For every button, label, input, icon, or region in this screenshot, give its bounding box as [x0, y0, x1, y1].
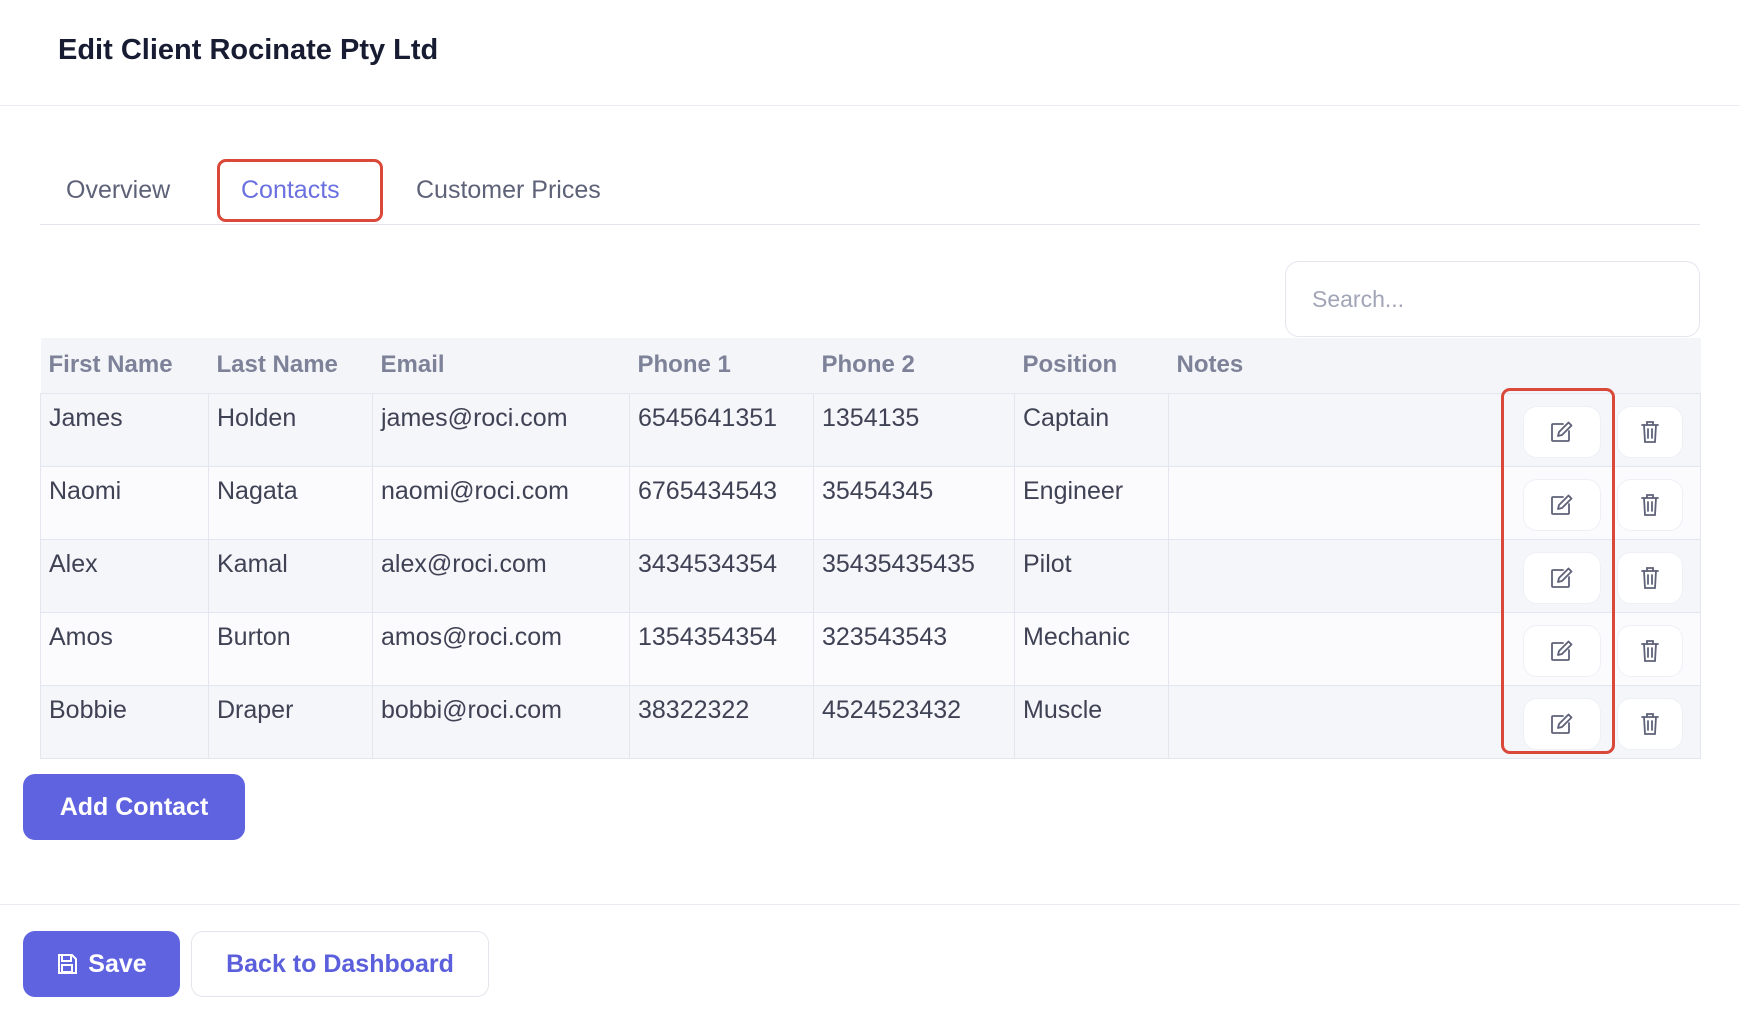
- tab-bar: Overview Contacts Customer Prices: [40, 156, 1700, 225]
- edit-contact-button[interactable]: [1522, 478, 1601, 531]
- trash-icon: [1640, 420, 1660, 444]
- table-header-row: First Name Last Name Email Phone 1 Phone…: [40, 338, 1701, 394]
- table-row: Alex Kamal alex@roci.com 3434534354 35435435…: [40, 539, 1701, 613]
- cell-phone1: 6545641351: [629, 393, 814, 467]
- edit-icon: [1549, 712, 1575, 736]
- cell-phone2: 1354135: [813, 393, 1015, 467]
- table-row: James Holden james@roci.com 6545641351 13541…: [40, 393, 1701, 467]
- save-label: Save: [88, 949, 147, 978]
- trash-icon: [1640, 493, 1660, 517]
- row-actions: [1444, 612, 1701, 686]
- row-actions: [1444, 466, 1701, 540]
- cell-phone1: 3434534354: [629, 539, 814, 613]
- cell-email: amos@roci.com: [372, 612, 630, 686]
- cell-first: James: [40, 393, 209, 467]
- cell-phone2: 4524523432: [813, 685, 1015, 759]
- cell-email: naomi@roci.com: [372, 466, 630, 540]
- column-header-last-name[interactable]: Last Name: [208, 338, 373, 394]
- save-button[interactable]: Save: [23, 931, 180, 997]
- cell-notes: [1168, 539, 1445, 613]
- cell-first: Alex: [40, 539, 209, 613]
- cell-notes: [1168, 466, 1445, 540]
- edit-icon: [1549, 493, 1575, 517]
- cell-first: Bobbie: [40, 685, 209, 759]
- delete-contact-button[interactable]: [1616, 697, 1683, 750]
- delete-contact-button[interactable]: [1616, 478, 1683, 531]
- trash-icon: [1640, 712, 1660, 736]
- edit-contact-button[interactable]: [1522, 697, 1601, 750]
- edit-icon: [1549, 420, 1575, 444]
- table-row: Naomi Nagata naomi@roci.com 6765434543 35454…: [40, 466, 1701, 540]
- cell-position: Engineer: [1014, 466, 1169, 540]
- row-actions: [1444, 393, 1701, 467]
- floppy-disk-icon: [56, 953, 78, 975]
- edit-contact-button[interactable]: [1522, 624, 1601, 677]
- delete-contact-button[interactable]: [1616, 624, 1683, 677]
- delete-contact-button[interactable]: [1616, 405, 1683, 458]
- column-header-email[interactable]: Email: [372, 338, 630, 394]
- search-input[interactable]: [1285, 261, 1700, 337]
- cell-phone2: 323543543: [813, 612, 1015, 686]
- cell-position: Muscle: [1014, 685, 1169, 759]
- footer-divider: [0, 904, 1740, 905]
- delete-contact-button[interactable]: [1616, 551, 1683, 604]
- column-header-phone-2[interactable]: Phone 2: [813, 338, 1015, 394]
- cell-phone2: 35454345: [813, 466, 1015, 540]
- cell-notes: [1168, 393, 1445, 467]
- cell-email: james@roci.com: [372, 393, 630, 467]
- tab-highlight-annotation: [217, 159, 383, 222]
- edit-contact-button[interactable]: [1522, 405, 1601, 458]
- column-header-first-name[interactable]: First Name: [40, 338, 209, 394]
- tab-customer-prices[interactable]: Customer Prices: [416, 176, 601, 205]
- add-contact-button[interactable]: Add Contact: [23, 774, 245, 840]
- contacts-table: First Name Last Name Email Phone 1 Phone…: [40, 338, 1701, 759]
- table-row: Amos Burton amos@roci.com 1354354354 3235435…: [40, 612, 1701, 686]
- cell-email: alex@roci.com: [372, 539, 630, 613]
- table-row: Bobbie Draper bobbi@roci.com 38322322 452452…: [40, 685, 1701, 759]
- cell-phone1: 6765434543: [629, 466, 814, 540]
- back-to-dashboard-button[interactable]: Back to Dashboard: [191, 931, 489, 997]
- edit-icon: [1549, 639, 1575, 663]
- row-actions: [1444, 539, 1701, 613]
- cell-phone1: 1354354354: [629, 612, 814, 686]
- edit-icon: [1549, 566, 1575, 590]
- cell-first: Naomi: [40, 466, 209, 540]
- cell-last: Nagata: [208, 466, 373, 540]
- cell-first: Amos: [40, 612, 209, 686]
- column-header-phone-1[interactable]: Phone 1: [629, 338, 814, 394]
- cell-email: bobbi@roci.com: [372, 685, 630, 759]
- column-header-notes[interactable]: Notes: [1168, 338, 1445, 394]
- tab-overview[interactable]: Overview: [66, 176, 170, 205]
- cell-last: Draper: [208, 685, 373, 759]
- column-header-actions: [1444, 338, 1701, 394]
- cell-last: Kamal: [208, 539, 373, 613]
- page-header: Edit Client Rocinate Pty Ltd: [0, 0, 1740, 106]
- cell-phone2: 35435435435: [813, 539, 1015, 613]
- cell-last: Holden: [208, 393, 373, 467]
- row-actions: [1444, 685, 1701, 759]
- cell-position: Pilot: [1014, 539, 1169, 613]
- cell-position: Captain: [1014, 393, 1169, 467]
- cell-phone1: 38322322: [629, 685, 814, 759]
- column-header-position[interactable]: Position: [1014, 338, 1169, 394]
- cell-notes: [1168, 685, 1445, 759]
- cell-position: Mechanic: [1014, 612, 1169, 686]
- edit-contact-button[interactable]: [1522, 551, 1601, 604]
- cell-notes: [1168, 612, 1445, 686]
- trash-icon: [1640, 566, 1660, 590]
- page-title: Edit Client Rocinate Pty Ltd: [58, 34, 439, 66]
- trash-icon: [1640, 639, 1660, 663]
- cell-last: Burton: [208, 612, 373, 686]
